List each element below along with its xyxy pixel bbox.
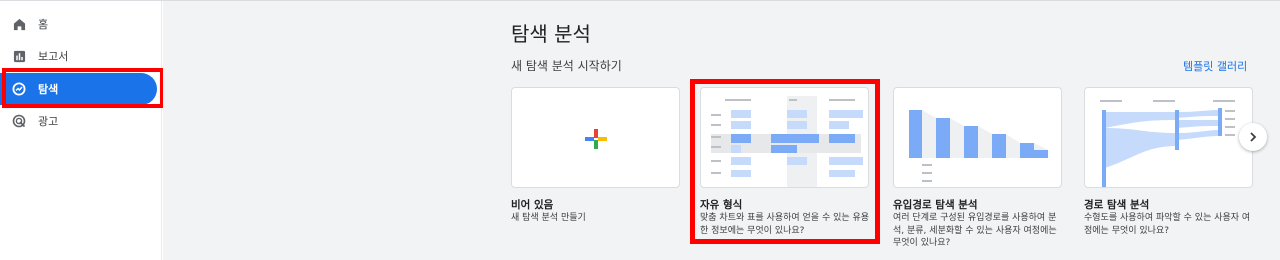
card-description: 여러 단계로 구성된 유입경로를 사용하여 분석, 분류, 세분화할 수 있는 … <box>893 213 1057 248</box>
card-title: 경로 탐색 분석 <box>1084 199 1150 211</box>
sidebar-item-label: 광고 <box>38 115 59 128</box>
main-content: 탐색 분석 새 탐색 분석 시작하기 템플릿 갤러리 비어 있음 새 탐색 분석… <box>163 1 1280 260</box>
advertising-icon <box>12 114 26 128</box>
home-icon <box>12 17 26 31</box>
carousel-next-button[interactable] <box>1239 123 1267 151</box>
funnel-exploration-card[interactable] <box>893 87 1062 188</box>
section-title: 새 탐색 분석 시작하기 <box>511 59 622 73</box>
path-thumbnail <box>1100 100 1235 187</box>
sidebar-item-label: 홈 <box>38 18 49 31</box>
funnel-thumbnail <box>909 110 1048 182</box>
plus-icon <box>585 129 607 149</box>
card-description: 수형도를 사용하여 파악할 수 있는 사용자 여정에는 무엇이 있나요? <box>1084 213 1251 236</box>
sidebar-nav: 홈 보고서 탐색 광고 <box>0 1 162 260</box>
path-exploration-card[interactable] <box>1084 87 1253 188</box>
sidebar-item-home[interactable]: 홈 <box>0 8 162 40</box>
sidebar-item-label: 보고서 <box>38 50 69 63</box>
blank-template-card[interactable] <box>511 87 680 188</box>
card-title: 비어 있음 <box>511 199 554 211</box>
chevron-right-icon <box>1250 132 1257 142</box>
template-gallery-link[interactable]: 템플릿 갤러리 <box>1183 58 1247 74</box>
reports-icon <box>12 49 26 63</box>
explore-icon <box>12 82 26 96</box>
card-title: 자유 형식 <box>700 199 743 211</box>
card-description: 새 탐색 분석 만들기 <box>511 213 586 223</box>
free-form-template-card[interactable] <box>700 87 869 188</box>
sidebar-item-advertising[interactable]: 광고 <box>0 105 162 137</box>
sidebar-item-reports[interactable]: 보고서 <box>0 40 162 72</box>
card-title: 유입경로 탐색 분석 <box>893 199 978 211</box>
card-description: 맞춤 차트와 표를 사용하여 얻을 수 있는 유용한 정보에는 무엇이 있나요? <box>700 213 870 236</box>
free-form-thumbnail <box>711 96 863 187</box>
sidebar-item-label: 탐색 <box>38 83 59 96</box>
sidebar-item-explore[interactable]: 탐색 <box>0 73 157 105</box>
page-title: 탐색 분석 <box>511 22 591 46</box>
